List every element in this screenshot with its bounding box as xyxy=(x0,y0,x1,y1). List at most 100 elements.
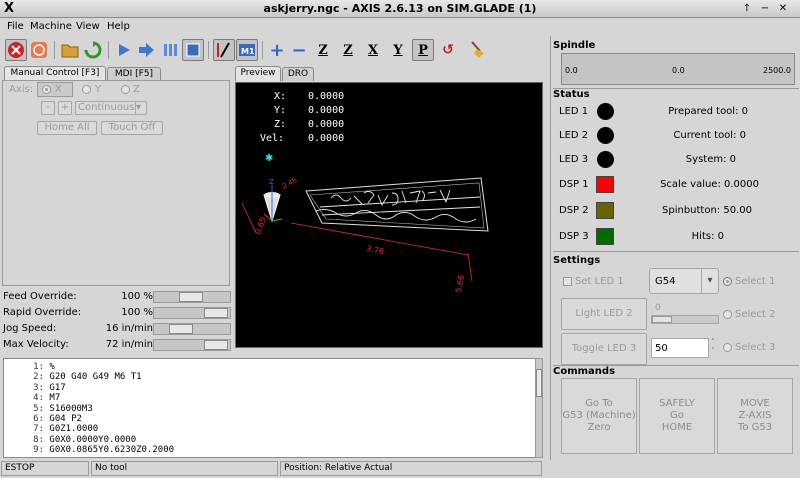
slider-thumb[interactable] xyxy=(169,324,193,334)
toolpath-text xyxy=(315,189,481,223)
slider-thumb[interactable] xyxy=(204,308,228,318)
feed-override-row: Feed Override: 100 % xyxy=(3,289,231,305)
menu-file[interactable]: File xyxy=(7,21,24,32)
view-y-button[interactable]: Y xyxy=(387,39,409,61)
jog-mode-select[interactable]: Continuous ▾ xyxy=(75,101,147,115)
maximize-icon[interactable]: − xyxy=(758,2,772,16)
dsp2-indicator xyxy=(596,202,614,219)
set-led1-label: Set LED 1 xyxy=(575,276,624,287)
gcode-listing[interactable]: 1: % 2: G20 G40 G49 M6 T1 3: G17 4: M7 5: S1… xyxy=(3,358,543,458)
light-led2-button[interactable]: Light LED 2 xyxy=(561,298,647,330)
current-tool-label: Current tool: 0 xyxy=(673,130,746,141)
block-delete-button[interactable] xyxy=(213,39,235,61)
rotate-icon: ↺ xyxy=(442,42,454,58)
select1-label: Select 1 xyxy=(735,276,776,287)
tab-dro[interactable]: DRO xyxy=(282,67,314,81)
step-icon xyxy=(139,43,154,57)
axis-y-radio[interactable] xyxy=(82,85,91,94)
spin-up-icon[interactable]: ˄ xyxy=(711,338,715,346)
menu-help[interactable]: Help xyxy=(107,21,130,32)
axis-x-radio[interactable] xyxy=(42,85,51,94)
tab-manual-control[interactable]: Manual Control [F3] xyxy=(4,66,106,81)
minimize-icon[interactable]: ↑ xyxy=(740,2,754,16)
menu-view[interactable]: View xyxy=(76,21,100,32)
gcode-line-number: 9: xyxy=(33,445,44,456)
window-titlebar: X askjerry.ngc - AXIS 2.6.13 on SIM.GLAD… xyxy=(0,0,800,18)
gcode-line[interactable]: 6: G04 P2 xyxy=(4,414,82,424)
select1-radio[interactable] xyxy=(723,277,732,286)
clear-plot-button[interactable] xyxy=(466,39,488,61)
feed-override-slider[interactable] xyxy=(153,291,231,303)
spin-down-icon[interactable]: ˅ xyxy=(711,347,715,355)
stop-program-button[interactable] xyxy=(182,39,204,61)
led2-indicator xyxy=(597,127,614,144)
gcode-line[interactable]: 8: G0X0.0000Y0.0000 xyxy=(4,435,136,445)
slider-thumb[interactable] xyxy=(652,316,672,323)
home-all-button[interactable]: Home All xyxy=(37,121,97,135)
gcode-line[interactable]: 5: S16000M3 xyxy=(4,404,93,414)
reload-file-button[interactable] xyxy=(82,39,104,61)
spindle-section-title: Spindle xyxy=(553,40,596,51)
gcode-line-number: 1: xyxy=(33,362,44,372)
view-z-button[interactable]: Z xyxy=(312,39,334,61)
zoom-in-button[interactable]: + xyxy=(266,39,288,61)
tab-mdi[interactable]: MDI [F5] xyxy=(107,67,161,81)
gcode-line-text: G0X0.0865Y0.6230Z0.2000 xyxy=(44,445,175,456)
gcode-scrollbar[interactable] xyxy=(535,358,543,458)
select2-radio[interactable] xyxy=(723,310,732,319)
menu-bar: File Machine View Help xyxy=(0,18,800,36)
zoom-out-button[interactable]: − xyxy=(288,39,310,61)
gcode-line[interactable]: 4: M7 xyxy=(4,393,60,403)
gcode-line[interactable]: 1: % xyxy=(4,362,55,372)
menu-machine[interactable]: Machine xyxy=(30,21,72,32)
safely-go-home-button[interactable]: SAFELY Go HOME xyxy=(639,378,715,454)
select3-radio[interactable] xyxy=(723,343,732,352)
tab-preview[interactable]: Preview xyxy=(235,66,281,81)
toolpath-preview[interactable]: X: 0.0000 Y: 0.0000 Z: 0.0000 Vel: 0.000… xyxy=(235,82,543,348)
view-x-button[interactable]: X xyxy=(362,39,384,61)
max-velocity-label: Max Velocity: xyxy=(3,339,69,350)
rapid-override-slider[interactable] xyxy=(153,307,231,319)
scrollbar-grip[interactable] xyxy=(536,369,542,397)
step-program-button[interactable] xyxy=(136,39,158,61)
coordinate-system-combo[interactable]: G54 ▾ xyxy=(649,268,719,294)
gcode-line-text: G0X0.0000Y0.0000 xyxy=(44,434,137,445)
gcode-line[interactable]: 7: G0Z1.0000 xyxy=(4,424,98,434)
open-file-button[interactable] xyxy=(59,39,81,61)
estop-button[interactable] xyxy=(5,39,27,61)
jog-minus-button[interactable]: - xyxy=(41,101,55,115)
gcode-line[interactable]: 9: G0X0.0865Y0.6230Z0.2000 xyxy=(4,445,174,455)
rapid-override-label: Rapid Override: xyxy=(3,307,82,318)
scale-slider[interactable] xyxy=(651,315,719,324)
pause-program-button[interactable] xyxy=(159,39,181,61)
goto-g53-zero-button[interactable]: Go To G53 (Machine) Zero xyxy=(561,378,637,454)
rotate-view-button[interactable]: ↺ xyxy=(437,39,459,61)
led2-label: LED 2 xyxy=(559,130,589,141)
toggle-led3-button[interactable]: Toggle LED 3 xyxy=(561,333,647,365)
max-velocity-slider[interactable] xyxy=(153,339,231,351)
optional-stop-button[interactable]: M1 xyxy=(236,39,258,61)
z-axis-label: Z xyxy=(269,178,274,186)
move-z-axis-g53-button[interactable]: MOVE Z-AXIS To G53 xyxy=(717,378,793,454)
jog-plus-button[interactable]: + xyxy=(58,101,72,115)
select3-label: Select 3 xyxy=(735,342,776,353)
axis-z-radio[interactable] xyxy=(121,85,130,94)
view-perspective-button[interactable]: P xyxy=(412,39,434,61)
spin-input[interactable]: 50 xyxy=(651,338,709,358)
gcode-line-number: 2: xyxy=(33,372,44,383)
folder-icon xyxy=(61,44,79,58)
gcode-line[interactable]: 2: G20 G40 G49 M6 T1 xyxy=(4,372,141,383)
spindle-min: 0.0 xyxy=(565,66,578,75)
max-velocity-value: 72 in/min xyxy=(105,339,153,350)
slider-thumb[interactable] xyxy=(179,292,203,302)
slider-thumb[interactable] xyxy=(204,340,228,350)
gcode-line-number: 4: xyxy=(33,393,44,404)
jog-speed-slider[interactable] xyxy=(153,323,231,335)
machine-power-button[interactable] xyxy=(28,39,50,61)
touch-off-button[interactable]: Touch Off xyxy=(101,121,163,135)
close-window-icon[interactable]: ✕ xyxy=(776,2,790,16)
run-program-button[interactable] xyxy=(113,39,135,61)
view-z2-button[interactable]: Z xyxy=(337,39,359,61)
set-led1-checkbox[interactable] xyxy=(563,277,572,286)
gcode-line[interactable]: 3: G17 xyxy=(4,383,66,393)
